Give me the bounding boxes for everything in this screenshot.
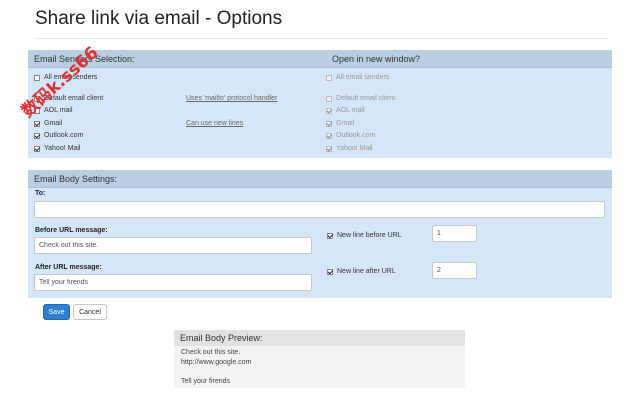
- before-url-input[interactable]: [34, 237, 312, 254]
- newwindow-option-yahoo[interactable]: Yahoo! Mail: [326, 145, 372, 152]
- checkbox[interactable]: [34, 145, 40, 152]
- sender-option-label: Outlook.com: [44, 132, 84, 139]
- preview-line: http://www.google.com: [181, 359, 252, 366]
- checkbox[interactable]: [326, 120, 332, 127]
- checkbox[interactable]: [34, 95, 40, 102]
- senders-panel: Email Senders Selection: Open in new win…: [28, 50, 612, 158]
- save-button[interactable]: Save: [43, 304, 70, 320]
- sender-option-label: Yahoo! Mail: [44, 145, 81, 152]
- checkbox[interactable]: [327, 268, 333, 275]
- body-settings-header: Email Body Settings:: [28, 170, 612, 188]
- newline-after-option[interactable]: New line after URL: [327, 268, 396, 275]
- sender-option-label: AOL mail: [44, 107, 73, 114]
- checkbox[interactable]: [34, 120, 40, 127]
- sender-option-gmail[interactable]: Gmail: [34, 120, 62, 127]
- senders-panel-header: Email Senders Selection: Open in new win…: [28, 50, 612, 68]
- new-lines-link[interactable]: Can use new lines: [186, 120, 243, 127]
- newline-before-label: New line before URL: [337, 232, 402, 239]
- newwindow-option-label: AOL mail: [336, 107, 365, 114]
- senders-header-right: Open in new window?: [332, 53, 421, 64]
- sender-option-all[interactable]: All email senders: [34, 74, 97, 81]
- page-title: Share link via email - Options: [35, 8, 283, 29]
- newwindow-option-label: Yahoo! Mail: [336, 145, 373, 152]
- preview-header: Email Body Preview:: [174, 330, 465, 346]
- preview-line: Check out this site.: [181, 349, 241, 356]
- sender-option-label: All email senders: [44, 74, 98, 81]
- to-input[interactable]: [34, 201, 605, 218]
- newwindow-option-label: Outlook.com: [336, 132, 376, 139]
- newwindow-option-default[interactable]: Default email client: [326, 95, 395, 102]
- checkbox[interactable]: [326, 132, 332, 139]
- sender-option-label: Gmail: [44, 120, 63, 127]
- newline-after-count-input[interactable]: [432, 262, 477, 279]
- after-url-label: After URL message:: [35, 264, 102, 271]
- checkbox[interactable]: [326, 107, 332, 114]
- sender-option-aol[interactable]: AOL mail: [34, 107, 73, 114]
- sender-option-default[interactable]: Default email client: [34, 95, 103, 102]
- checkbox[interactable]: [326, 145, 332, 152]
- title-divider: [35, 38, 607, 39]
- sender-option-yahoo[interactable]: Yahoo! Mail: [34, 145, 80, 152]
- checkbox[interactable]: [34, 107, 40, 114]
- checkbox[interactable]: [327, 232, 333, 239]
- cancel-button[interactable]: Cancel: [73, 304, 107, 320]
- newline-before-count-input[interactable]: [432, 225, 477, 242]
- newline-after-label: New line after URL: [337, 268, 396, 275]
- to-label: To:: [35, 190, 46, 197]
- body-settings-title: Email Body Settings:: [34, 173, 118, 184]
- newwindow-option-label: Default email client: [336, 95, 396, 102]
- before-url-label: Before URL message:: [35, 227, 108, 234]
- sender-option-label: Default email client: [44, 95, 104, 102]
- after-url-input[interactable]: [34, 274, 312, 291]
- sender-option-outlook[interactable]: Outlook.com: [34, 132, 83, 139]
- newline-before-option[interactable]: New line before URL: [327, 232, 402, 239]
- checkbox[interactable]: [34, 74, 40, 81]
- newwindow-option-aol[interactable]: AOL mail: [326, 107, 365, 114]
- mailto-handler-link[interactable]: Uses 'mailto' protocol handler: [186, 95, 277, 102]
- checkbox[interactable]: [326, 95, 332, 102]
- checkbox[interactable]: [326, 74, 332, 81]
- newwindow-option-all[interactable]: All email senders: [326, 74, 389, 81]
- newwindow-option-label: Gmail: [336, 120, 355, 127]
- newwindow-option-outlook[interactable]: Outlook.com: [326, 132, 375, 139]
- preview-line: Tell your firends: [181, 378, 231, 385]
- newwindow-option-gmail[interactable]: Gmail: [326, 120, 354, 127]
- email-body-preview: Email Body Preview: Check out this site.…: [174, 330, 465, 388]
- newwindow-option-label: All email senders: [336, 74, 390, 81]
- senders-header-left: Email Senders Selection:: [34, 53, 135, 64]
- body-settings-panel: Email Body Settings: To: Before URL mess…: [28, 170, 612, 298]
- checkbox[interactable]: [34, 132, 40, 139]
